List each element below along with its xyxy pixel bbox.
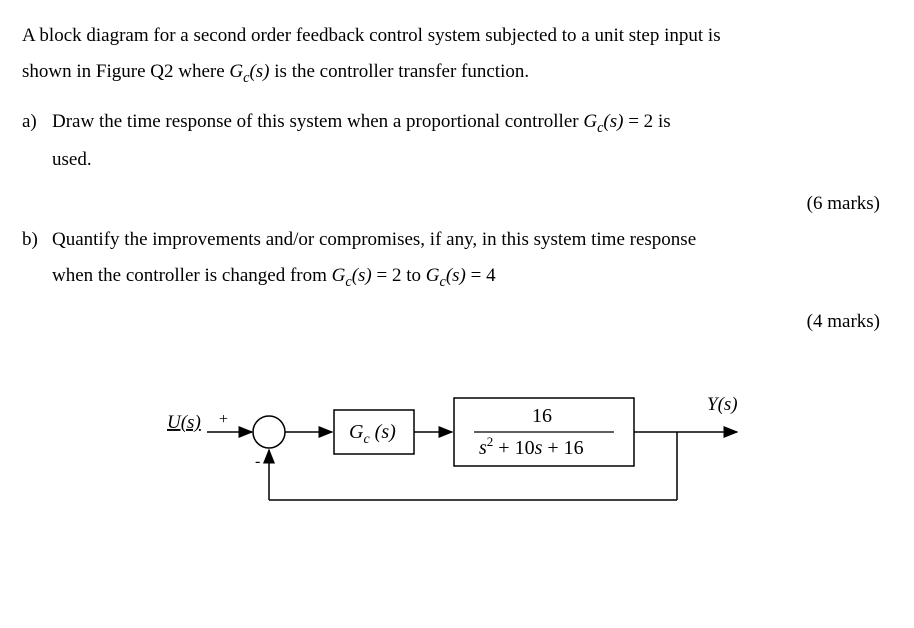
- output-label: Y(s): [707, 394, 738, 415]
- gc-symbol-a: G: [583, 111, 597, 132]
- gc-arg-b2: (s): [446, 265, 466, 286]
- gc-arg: (s): [249, 61, 269, 82]
- plant-numerator: 16: [532, 405, 552, 427]
- part-b-text2-pre: when the controller is changed from: [52, 265, 332, 286]
- part-b-marks: (4 marks): [52, 304, 892, 340]
- part-a-marks: (6 marks): [52, 186, 892, 222]
- part-a: a) Draw the time response of this system…: [52, 104, 892, 178]
- gc-arg-a: (s): [603, 111, 623, 132]
- summing-junction: [253, 416, 285, 448]
- gc-symbol-b2: G: [426, 265, 440, 286]
- part-b-label: b): [22, 222, 38, 258]
- gc-symbol-b1: G: [332, 265, 346, 286]
- question-list: a) Draw the time response of this system…: [22, 104, 892, 340]
- part-a-text-pre: Draw the time response of this system wh…: [52, 111, 583, 132]
- part-b-eq1: = 2 to: [372, 265, 426, 286]
- part-b-text1: Quantify the improvements and/or comprom…: [52, 229, 696, 250]
- input-label: U(s): [167, 412, 201, 433]
- diagram-svg: U(s) + - Gc (s) 16 s2 + 10s + 16 Y(s): [137, 370, 777, 530]
- intro-paragraph: A block diagram for a second order feedb…: [22, 18, 892, 92]
- intro-line1: A block diagram for a second order feedb…: [22, 25, 721, 46]
- part-a-line2: used.: [52, 149, 92, 170]
- part-a-label: a): [22, 104, 37, 140]
- block-diagram: U(s) + - Gc (s) 16 s2 + 10s + 16 Y(s): [22, 370, 892, 530]
- part-b: b) Quantify the improvements and/or comp…: [52, 222, 892, 296]
- sum-plus: +: [219, 411, 228, 428]
- gc-block-text: Gc (s): [349, 421, 396, 447]
- intro-line2-pre: shown in Figure Q2 where: [22, 61, 229, 82]
- gc-arg-b1: (s): [352, 265, 372, 286]
- part-b-eq2: = 4: [466, 265, 496, 286]
- part-a-post: is: [653, 111, 670, 132]
- plant-denominator: s2 + 10s + 16: [479, 434, 584, 459]
- part-a-eq: = 2: [623, 111, 653, 132]
- gc-symbol: G: [229, 61, 243, 82]
- intro-line2-post: is the controller transfer function.: [270, 61, 530, 82]
- sum-minus: -: [255, 453, 260, 470]
